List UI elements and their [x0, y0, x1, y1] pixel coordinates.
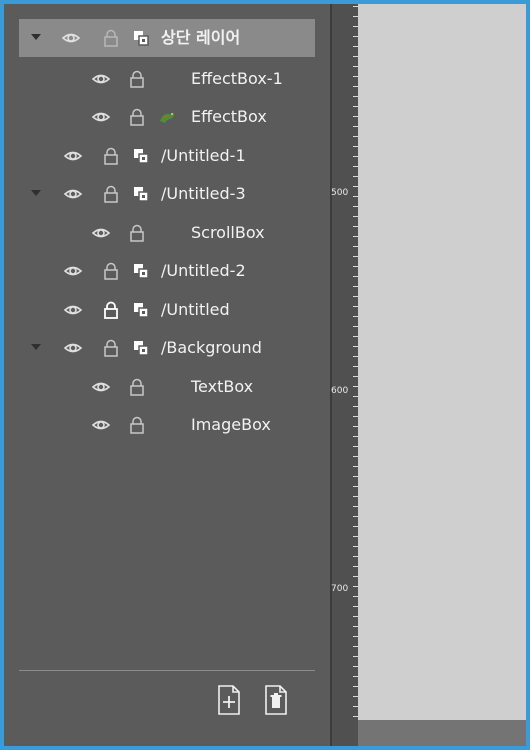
layer-name: TextBox [191, 377, 254, 396]
eye-icon[interactable] [63, 300, 83, 320]
eye-icon[interactable] [63, 184, 83, 204]
ruler-label-700: 700 [331, 584, 349, 594]
lock-icon[interactable] [127, 107, 147, 127]
eye-icon[interactable] [63, 261, 83, 281]
eye-icon[interactable] [91, 377, 111, 397]
design-canvas[interactable] [358, 4, 526, 720]
eye-icon[interactable] [91, 69, 111, 89]
layer-row-imagebox[interactable]: ImageBox [19, 406, 315, 444]
layer-row-untitled-1[interactable]: /Untitled-1 [19, 137, 315, 175]
eye-icon[interactable] [91, 223, 111, 243]
expand-triangle-icon[interactable] [31, 344, 41, 350]
layer-row-effectbox[interactable]: EffectBox [19, 98, 315, 136]
layer-row-background[interactable]: /Background [19, 329, 315, 367]
eye-icon[interactable] [91, 107, 111, 127]
layer-name: ScrollBox [191, 223, 265, 242]
layer-group-icon [134, 187, 149, 202]
expand-triangle-icon[interactable] [31, 34, 41, 40]
lock-icon[interactable] [127, 69, 147, 89]
layer-group-icon [134, 303, 149, 318]
layer-group-icon [134, 149, 149, 164]
panel-divider [19, 670, 315, 671]
layer-name: ImageBox [191, 415, 271, 434]
layer-row-scrollbox[interactable]: ScrollBox [19, 214, 315, 252]
layer-name: EffectBox [191, 107, 267, 126]
eye-icon[interactable] [63, 146, 83, 166]
lock-icon[interactable] [101, 184, 121, 204]
layer-name: /Untitled [161, 300, 230, 319]
dragon-icon [160, 112, 175, 123]
layer-name: /Untitled-3 [161, 184, 246, 203]
editor-window: 상단 레이어 EffectBox-1 EffectBox /Untitled-1… [4, 4, 526, 746]
layers-panel: 상단 레이어 EffectBox-1 EffectBox /Untitled-1… [4, 4, 330, 746]
vertical-ruler: 500 600 700 [330, 4, 358, 746]
layer-row-untitled-2[interactable]: /Untitled-2 [19, 252, 315, 290]
layer-row-top-layer[interactable]: 상단 레이어 [19, 19, 315, 57]
layer-row-untitled-3[interactable]: /Untitled-3 [19, 175, 315, 213]
lock-icon[interactable] [101, 146, 121, 166]
ruler-label-600: 600 [331, 386, 349, 396]
eye-icon[interactable] [63, 338, 83, 358]
lock-icon[interactable] [127, 223, 147, 243]
layer-name: 상단 레이어 [161, 28, 241, 47]
eye-icon[interactable] [91, 415, 111, 435]
add-page-icon[interactable] [217, 684, 241, 716]
layer-group-icon [134, 341, 149, 356]
layer-name: /Untitled-1 [161, 146, 246, 165]
layer-row-untitled[interactable]: /Untitled [19, 291, 315, 329]
lock-icon[interactable] [101, 28, 121, 48]
lock-icon[interactable] [127, 377, 147, 397]
layer-row-effectbox-1[interactable]: EffectBox-1 [19, 60, 315, 98]
lock-icon[interactable] [101, 300, 121, 320]
ruler-label-500: 500 [331, 188, 349, 198]
lock-icon[interactable] [101, 261, 121, 281]
layer-name: /Background [161, 338, 262, 357]
lock-icon[interactable] [101, 338, 121, 358]
layer-name: /Untitled-2 [161, 261, 246, 280]
expand-triangle-icon[interactable] [31, 190, 41, 196]
ruler-edge [330, 4, 332, 746]
eye-icon[interactable] [61, 28, 81, 48]
layer-group-icon [134, 31, 149, 46]
lock-icon[interactable] [127, 415, 147, 435]
delete-page-icon[interactable] [264, 684, 288, 716]
horizontal-scrollbar[interactable] [358, 720, 526, 746]
layer-row-textbox[interactable]: TextBox [19, 368, 315, 406]
layer-name: EffectBox-1 [191, 69, 283, 88]
layer-group-icon [134, 264, 149, 279]
